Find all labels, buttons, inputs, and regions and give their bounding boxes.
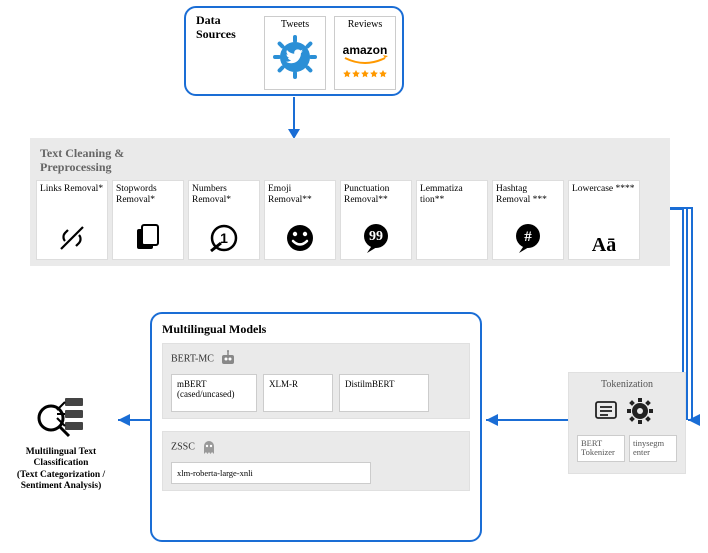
output-subtitle: (Text Categorization / Sentiment Analysi… bbox=[6, 470, 116, 493]
zssc-title: ZSSC bbox=[171, 438, 461, 456]
preprocessing-title: Text Cleaning &Preprocessing bbox=[40, 146, 662, 175]
model-mbert: mBERT (cased/uncased) bbox=[171, 374, 257, 412]
classification-icon bbox=[33, 388, 89, 444]
ghost-icon bbox=[200, 438, 218, 456]
tokenizer-tinysegmenter: tinysegm enter bbox=[629, 435, 677, 462]
quote-bubble-icon: 99 bbox=[359, 221, 393, 255]
tokenization-title: Tokenization bbox=[575, 379, 679, 390]
data-sources-box: DataSources Tweets Reviews bbox=[184, 6, 404, 96]
step-lemmatization: Lemmatiza tion** bbox=[416, 180, 488, 260]
hash-bubble-icon: # bbox=[511, 221, 545, 255]
data-sources-title: DataSources bbox=[196, 14, 236, 42]
tokenization-panel: Tokenization BERT Tokenizer tinysegm ent… bbox=[568, 372, 686, 474]
bert-mc-panel: BERT-MC mBERT (cased/uncased) XLM-R Dist… bbox=[162, 343, 470, 419]
step-stopwords-removal: Stopwords Removal* bbox=[112, 180, 184, 260]
arr2-v bbox=[686, 207, 688, 420]
model-distilmbert: DistilmBERT bbox=[339, 374, 429, 412]
models-title: Multilingual Models bbox=[162, 322, 470, 337]
lowercase-icon: Aā bbox=[592, 235, 616, 255]
source-card-tweets: Tweets bbox=[264, 16, 326, 90]
copy-docs-icon bbox=[131, 221, 165, 255]
source-label-reviews: Reviews bbox=[335, 19, 395, 30]
bert-mc-title: BERT-MC bbox=[171, 350, 461, 368]
model-xlm-roberta-large-xnli: xlm-roberta-large-xnli bbox=[171, 462, 371, 484]
models-box: Multilingual Models BERT-MC mBERT (cased… bbox=[150, 312, 482, 542]
step-punctuation-removal: Punctuation Removal** 99 bbox=[340, 180, 412, 260]
step-emoji-removal: Emoji Removal** bbox=[264, 180, 336, 260]
link-off-icon bbox=[55, 221, 89, 255]
model-xlmr: XLM-R bbox=[263, 374, 333, 412]
step-links-removal: Links Removal* bbox=[36, 180, 108, 260]
svg-text:amazon: amazon bbox=[343, 43, 388, 57]
output-title: Multilingual Text Classification bbox=[6, 447, 116, 470]
step-numbers-removal: Numbers Removal* 1 bbox=[188, 180, 260, 260]
amazon-stars-icon: amazon bbox=[337, 32, 393, 82]
step-lowercase: Lowercase **** Aā bbox=[568, 180, 640, 260]
source-label-tweets: Tweets bbox=[265, 19, 325, 30]
step-hashtag-removal: Hashtag Removal *** # bbox=[492, 180, 564, 260]
preprocessing-steps: Links Removal* Stopwords Removal* Number… bbox=[36, 180, 640, 260]
robot-icon bbox=[219, 350, 237, 368]
preprocessing-panel: Text Cleaning &Preprocessing Links Remov… bbox=[30, 138, 670, 266]
zssc-panel: ZSSC xlm-roberta-large-xnli bbox=[162, 431, 470, 491]
svg-text:#: # bbox=[524, 229, 532, 245]
source-card-reviews: Reviews amazon bbox=[334, 16, 396, 90]
number-off-icon: 1 bbox=[207, 221, 241, 255]
output-block: Multilingual Text Classification (Text C… bbox=[6, 388, 116, 493]
smile-icon bbox=[283, 221, 317, 255]
tokenizer-bert: BERT Tokenizer bbox=[577, 435, 625, 462]
arrow-sources-to-preproc-line bbox=[293, 97, 295, 131]
twitter-gear-icon bbox=[270, 32, 320, 82]
tokenization-icons bbox=[575, 396, 679, 429]
svg-text:99: 99 bbox=[369, 229, 383, 244]
